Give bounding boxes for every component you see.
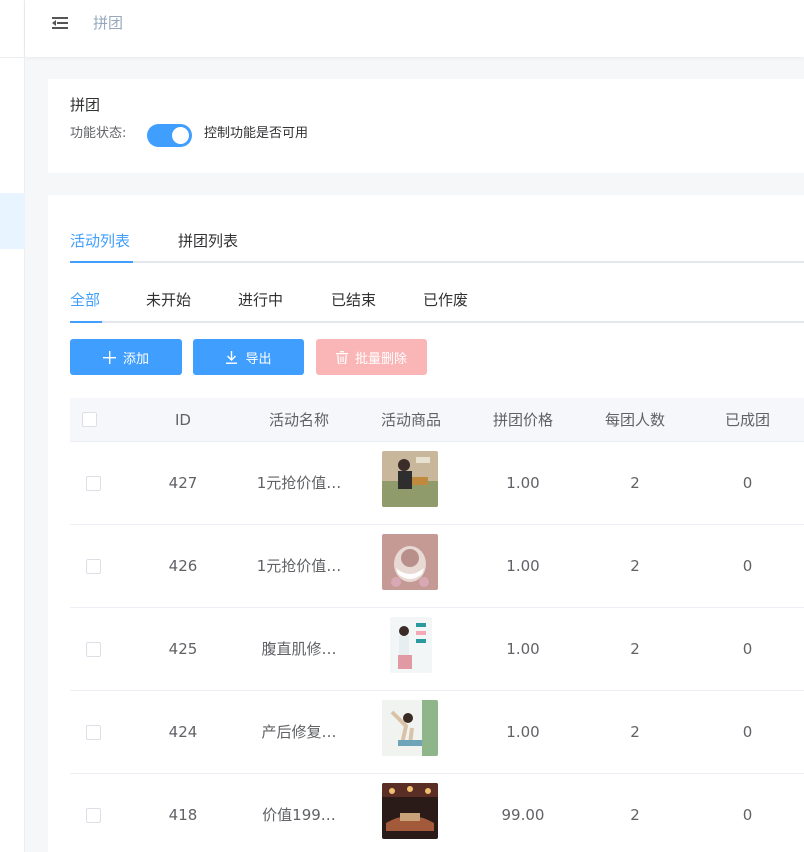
cell-price: 1.00	[506, 474, 540, 492]
subtab-voided[interactable]: 已作废	[423, 289, 468, 311]
product-thumbnail	[382, 534, 438, 590]
cell-id: 418	[168, 806, 198, 824]
row-checkbox[interactable]	[86, 476, 101, 491]
column-header-id: ID	[175, 411, 191, 429]
menu-fold-icon[interactable]	[50, 14, 70, 32]
download-icon	[226, 350, 238, 364]
product-thumbnail	[382, 700, 438, 756]
cell-per-group: 2	[630, 557, 640, 575]
subtab-active-indicator	[70, 321, 102, 323]
row-checkbox[interactable]	[86, 808, 101, 823]
table-row[interactable]: 426 1元抢价值… 1.00 2 0	[70, 525, 804, 608]
sidebar	[0, 0, 25, 852]
top-navbar: 拼团	[25, 0, 804, 57]
export-button-label: 导出	[245, 351, 272, 367]
cell-formed: 0	[742, 806, 753, 824]
cell-per-group: 2	[630, 723, 640, 741]
tab-group-list[interactable]: 拼团列表	[178, 229, 238, 253]
row-checkbox[interactable]	[86, 642, 101, 657]
column-header-per-group: 每团人数	[604, 411, 665, 429]
cell-name: 腹直肌修…	[261, 640, 337, 658]
cell-formed: 0	[742, 474, 753, 492]
product-thumbnail	[382, 451, 438, 507]
sidebar-divider	[0, 57, 25, 58]
cell-price: 99.00	[501, 806, 545, 824]
feature-title: 拼团	[70, 96, 101, 114]
product-thumbnail	[390, 617, 432, 673]
batch-delete-button-label: 批量删除	[354, 351, 407, 367]
cell-id: 425	[168, 640, 198, 658]
feature-status-card: 拼团 功能状态: 控制功能是否可用	[48, 79, 804, 173]
cell-per-group: 2	[630, 640, 640, 658]
cell-id: 426	[168, 557, 198, 575]
subtab-all[interactable]: 全部	[70, 289, 100, 311]
batch-delete-button[interactable]: 批量删除	[316, 339, 427, 375]
select-all-checkbox[interactable]	[82, 412, 97, 427]
add-button-label: 添加	[122, 351, 149, 367]
tab-active-indicator	[70, 261, 133, 263]
sidebar-active-item[interactable]	[0, 193, 25, 249]
activity-list-card: 活动列表 拼团列表 全部 未开始 进行中 已结束 已作废 添加 导出 批量删除 …	[48, 195, 804, 852]
cell-price: 1.00	[506, 640, 540, 658]
table-row[interactable]: 418 价值199… 99.00 2 0	[70, 774, 804, 852]
cell-price: 1.00	[506, 723, 540, 741]
status-label: 功能状态:	[70, 126, 127, 141]
column-header-price: 拼团价格	[492, 411, 553, 429]
cell-name: 产后修复…	[261, 723, 337, 741]
product-thumbnail	[382, 783, 438, 839]
table-row[interactable]: 424 产后修复… 1.00 2 0	[70, 691, 804, 774]
feature-status-switch[interactable]	[147, 124, 192, 147]
column-header-product: 活动商品	[380, 411, 441, 429]
table-header: ID 活动名称 活动商品 拼团价格 每团人数 已成团	[70, 398, 804, 442]
cell-id: 424	[168, 723, 198, 741]
subtab-in-progress[interactable]: 进行中	[238, 289, 283, 311]
column-header-formed: 已成团	[724, 411, 770, 429]
subtab-ended[interactable]: 已结束	[331, 289, 376, 311]
table-row[interactable]: 425 腹直肌修… 1.00 2 0	[70, 608, 804, 691]
cell-price: 1.00	[506, 557, 540, 575]
row-checkbox[interactable]	[86, 559, 101, 574]
switch-knob	[172, 127, 189, 144]
breadcrumb: 拼团	[93, 14, 124, 32]
add-button[interactable]: 添加	[70, 339, 182, 375]
status-description: 控制功能是否可用	[204, 126, 309, 141]
cell-formed: 0	[742, 723, 753, 741]
column-header-name: 活动名称	[268, 411, 329, 429]
cell-per-group: 2	[630, 806, 640, 824]
export-button[interactable]: 导出	[193, 339, 304, 375]
cell-formed: 0	[742, 640, 753, 658]
plus-icon	[102, 350, 116, 364]
tab-activity-list[interactable]: 活动列表	[70, 229, 130, 253]
status-filter-tabs: 全部 未开始 进行中 已结束 已作废	[70, 287, 804, 323]
cell-name: 1元抢价值…	[256, 557, 342, 575]
trash-icon	[335, 350, 348, 364]
table-row[interactable]: 427 1元抢价值… 1.00 2 0	[70, 442, 804, 525]
cell-name: 1元抢价值…	[256, 474, 342, 492]
cell-formed: 0	[742, 557, 753, 575]
subtab-not-started[interactable]: 未开始	[146, 289, 191, 311]
row-checkbox[interactable]	[86, 725, 101, 740]
cell-name: 价值199…	[262, 806, 336, 824]
cell-per-group: 2	[630, 474, 640, 492]
main-tabs: 活动列表 拼团列表	[70, 229, 804, 263]
cell-id: 427	[168, 474, 198, 492]
